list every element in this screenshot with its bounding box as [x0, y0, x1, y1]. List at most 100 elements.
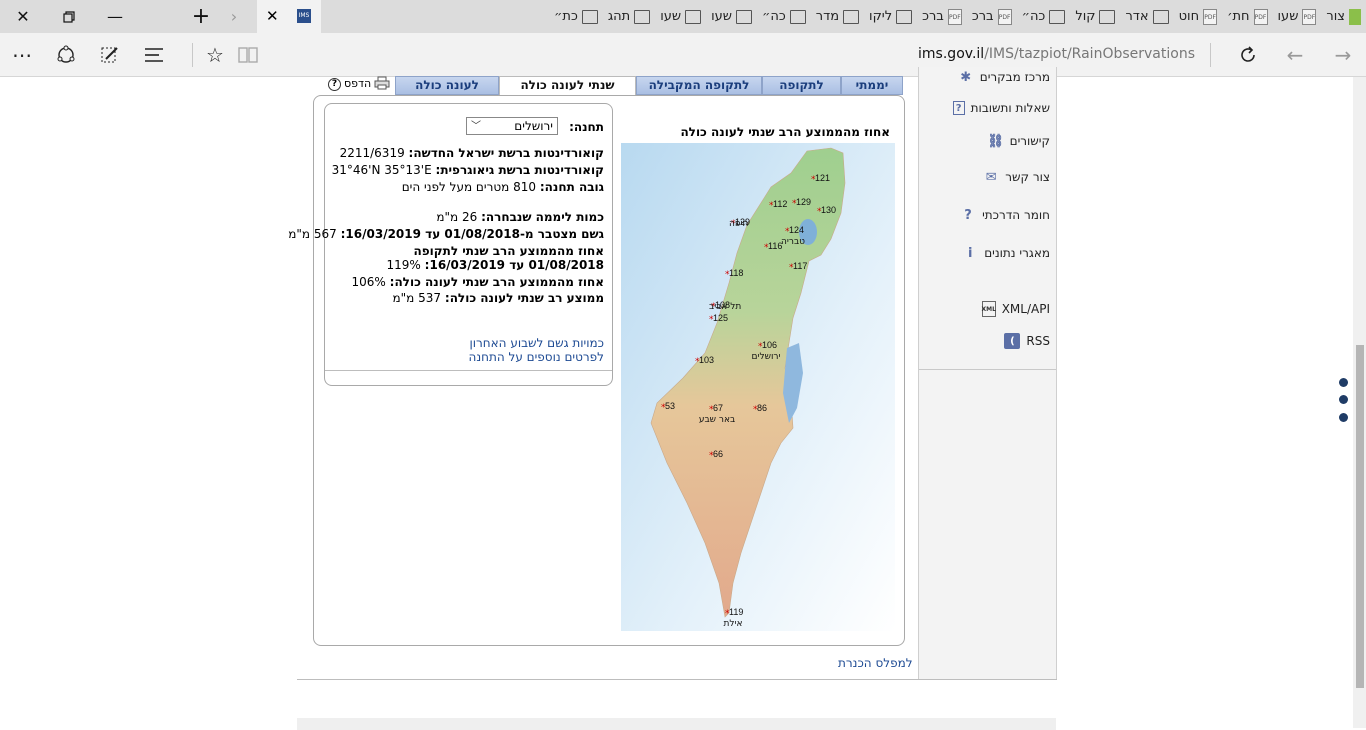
pct-period-line: אחוז מהממוצע הרב שנתי לתקופה 01/08/2018 …: [334, 244, 604, 272]
map-value-label[interactable]: 53: [665, 401, 675, 411]
sidebar-item-label: RSS: [1026, 334, 1050, 348]
reading-view-icon[interactable]: [226, 33, 270, 77]
map-value-label[interactable]: 116: [768, 241, 782, 251]
sidebar-item-guidance[interactable]: ? חומר הדרכתי: [960, 207, 1050, 223]
browser-tab[interactable]: PDF שעו: [1273, 0, 1322, 33]
hub-icon[interactable]: [132, 33, 176, 77]
visitors-icon: ✱: [960, 69, 972, 85]
web-note-icon[interactable]: [88, 33, 132, 77]
links-icon: ⛓: [987, 133, 1004, 149]
sidebar-item-label: קישורים: [1009, 134, 1050, 148]
share-icon[interactable]: [44, 33, 88, 77]
coords-geo-value: 31°46'N 35°13'E: [331, 163, 432, 177]
pdf-icon: PDF: [1302, 8, 1317, 25]
map-value-label[interactable]: 124: [789, 225, 804, 235]
avg-season-value: 537 מ"מ: [392, 291, 442, 305]
sidebar-item-links[interactable]: ⛓ קישורים: [987, 133, 1050, 149]
map-value-label[interactable]: 106: [762, 340, 777, 350]
sidebar-item-rss[interactable]: ) RSS: [1004, 333, 1050, 349]
elevation-line: גובה תחנה: 810 מטרים מעל לפני הים: [402, 180, 604, 194]
sidebar-item-xml[interactable]: XML XML/API: [981, 301, 1050, 317]
browser-tab[interactable]: כת״: [549, 0, 603, 33]
kinneret-level-link[interactable]: למפלס הכנרת: [838, 656, 913, 670]
help-icon[interactable]: ?: [328, 78, 341, 91]
sidebar-item-visitors[interactable]: ✱ מרכז מבקרים: [958, 69, 1050, 85]
last-week-link[interactable]: כמויות גשם לשבוע האחרון: [469, 336, 604, 350]
browser-tab[interactable]: PDF ברכ: [917, 0, 967, 33]
page-icon: [1099, 9, 1116, 24]
browser-tab-label: שעו: [711, 9, 733, 24]
map-value-label[interactable]: 103: [699, 355, 714, 365]
refresh-icon[interactable]: [1226, 33, 1270, 77]
sidebar-divider: [919, 369, 1056, 370]
page-icon: [634, 9, 651, 24]
browser-tab[interactable]: קול: [1070, 0, 1120, 33]
map-value-label[interactable]: 112: [773, 199, 787, 209]
active-tab[interactable]: ✕ IMS: [257, 0, 321, 33]
map-value-label[interactable]: 66: [713, 449, 723, 459]
pdf-icon: PDF: [997, 8, 1012, 25]
coords-itm-line: קואורדינטות ברשת ישראל החדשה: 2211/6319: [340, 146, 604, 160]
browser-tab[interactable]: מדר: [811, 0, 864, 33]
map-value-label[interactable]: 121: [815, 173, 830, 183]
station-label: תחנה:: [569, 120, 604, 134]
sidebar-item-databases[interactable]: i מאגרי נתונים: [962, 245, 1050, 261]
tab-whole-season[interactable]: לעונה כולה: [395, 76, 499, 95]
browser-tab[interactable]: PDF חוט: [1174, 0, 1222, 33]
close-tab-icon[interactable]: ✕: [266, 7, 279, 25]
page-dot-1[interactable]: [1339, 378, 1348, 387]
sidebar-item-label: XML/API: [1001, 302, 1050, 316]
forward-icon[interactable]: →: [1321, 33, 1365, 77]
sidebar-item-contact[interactable]: ✉ צור קשר: [983, 169, 1050, 185]
more-icon[interactable]: ⋯: [0, 33, 44, 77]
map-value-label[interactable]: 67: [713, 403, 723, 413]
tab-scroll-icon[interactable]: ›: [214, 0, 254, 33]
browser-tab[interactable]: צור: [1321, 0, 1366, 33]
station-select[interactable]: ירושלים ﹀: [466, 117, 558, 135]
page-icon: [736, 9, 753, 24]
sidebar-item-faq[interactable]: ? שאלות ותשובות: [952, 101, 1050, 115]
browser-tab[interactable]: אדר: [1120, 0, 1173, 33]
mail-icon: ✉: [985, 169, 997, 185]
browser-tab[interactable]: תהג: [603, 0, 655, 33]
map-value-label[interactable]: 118: [729, 268, 743, 278]
browser-tab-label: כה״: [1021, 9, 1046, 24]
tab-annual-season[interactable]: שנתי לעונה כולה: [499, 76, 636, 95]
cumulative-label: גשם מצטבר מ-01/08/2018 עד 16/03/2019:: [340, 227, 604, 241]
restore-window-icon[interactable]: [46, 0, 92, 33]
map-value-label[interactable]: 117: [793, 261, 807, 271]
url-field[interactable]: ims.gov.il/IMS/tazpiot/RainObservations: [918, 46, 1195, 62]
avg-season-line: ממוצע רב שנתי לעונה כולה: 537 מ"מ: [393, 291, 604, 305]
map-value-label[interactable]: 125: [713, 313, 728, 323]
map-value-label[interactable]: 119: [729, 607, 743, 617]
close-window-icon[interactable]: ✕: [0, 0, 46, 33]
daily-value: 26 מ"מ: [436, 210, 478, 224]
browser-tab[interactable]: PDF חת׳: [1222, 0, 1272, 33]
print-button[interactable]: הדפס: [344, 76, 390, 90]
rain-panel: תחנה: ירושלים ﹀ קואורדינטות ברשת ישראל ה…: [288, 95, 905, 646]
station-details-link[interactable]: לפרטים נוספים על התחנה: [468, 350, 604, 364]
tab-parallel-period[interactable]: לתקופה המקבילה: [636, 76, 762, 95]
minimize-window-icon[interactable]: —: [92, 0, 138, 33]
tab-strip: צור PDF שעו PDF חת׳ PDF חוט אדר קול כה״ PDF ברכ PDF ב…: [321, 0, 1366, 33]
browser-tab[interactable]: ליקו: [864, 0, 917, 33]
chevron-down-icon: ﹀: [471, 121, 481, 132]
map-value-label[interactable]: 129: [796, 197, 811, 207]
browser-tab[interactable]: כה״: [757, 0, 811, 33]
page-dot-2[interactable]: [1339, 395, 1348, 404]
tab-period[interactable]: לתקופה: [762, 76, 841, 95]
browser-tab[interactable]: שעו: [706, 0, 757, 33]
content-divider: [297, 679, 1057, 680]
browser-tab[interactable]: כה״: [1017, 0, 1071, 33]
pct-period-value: 119%: [386, 258, 421, 272]
map-value-label[interactable]: 86: [757, 403, 767, 413]
map-value-label[interactable]: 130: [821, 205, 836, 215]
info-box-divider: [325, 370, 612, 371]
browser-tab[interactable]: PDF ברכ: [967, 0, 1017, 33]
scrollbar-thumb[interactable]: [1356, 345, 1364, 688]
page-icon: [685, 9, 702, 24]
browser-tab[interactable]: שעו: [655, 0, 706, 33]
page-dot-3[interactable]: [1339, 413, 1348, 422]
tab-daily[interactable]: יממתי: [841, 76, 903, 95]
back-icon[interactable]: ←: [1273, 33, 1317, 77]
